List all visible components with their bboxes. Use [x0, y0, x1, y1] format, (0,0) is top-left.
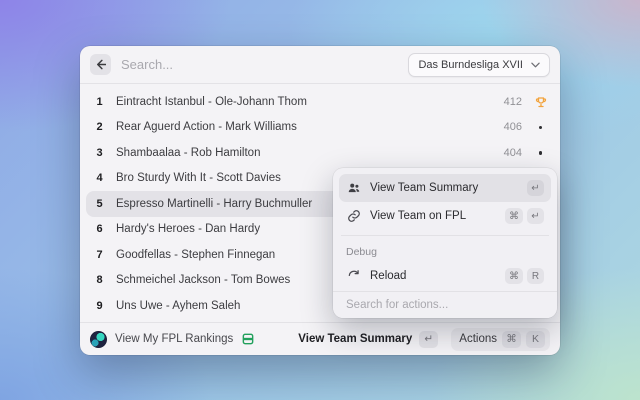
search-header: Search... Das Burndesliga XVII [80, 46, 560, 84]
enter-key-badge: ↵ [527, 180, 544, 196]
team-name: Rear Aguerd Action - Mark Williams [116, 121, 504, 133]
trophy-icon [535, 96, 547, 108]
points-value: 406 [504, 121, 522, 133]
status-bar: View My FPL Rankings View Team Summary ↵… [80, 322, 560, 355]
cmd-key-badge: ⌘ [505, 268, 523, 284]
points-value: 404 [504, 147, 522, 159]
actions-label: Actions [459, 333, 497, 345]
table-row[interactable]: 2 Rear Aguerd Action - Mark Williams 406 [86, 115, 554, 141]
rank-label: 9 [93, 300, 106, 312]
rank-label: 6 [93, 223, 106, 235]
enter-key-badge: ↵ [527, 208, 544, 224]
table-row[interactable]: 1 Eintracht Istanbul - Ole-Johann Thom 4… [86, 89, 554, 115]
table-row[interactable]: 3 Shambaalaa - Rob Hamilton 404 [86, 140, 554, 166]
rank-label: 7 [93, 249, 106, 261]
menu-divider [341, 235, 549, 236]
menu-section-debug: Debug [339, 241, 551, 262]
menu-item-label: View Team on FPL [370, 210, 496, 222]
actions-button[interactable]: Actions ⌘ K [451, 328, 550, 351]
chevron-down-icon [531, 62, 540, 68]
bullet-dot-icon [539, 151, 543, 155]
menu-item-label: View Team Summary [370, 182, 518, 194]
rank-label: 1 [93, 96, 106, 108]
link-icon [347, 209, 361, 223]
menu-item-label: Reload [370, 270, 496, 282]
team-name: Eintracht Istanbul - Ole-Johann Thom [116, 96, 504, 108]
r-key-badge: R [527, 268, 544, 284]
extension-label: View My FPL Rankings [115, 333, 233, 345]
bullet-dot-icon [539, 126, 543, 130]
team-name: Shambaalaa - Rob Hamilton [116, 147, 504, 159]
primary-action-label[interactable]: View Team Summary [298, 333, 412, 345]
back-button[interactable] [90, 54, 111, 75]
k-key-badge: K [526, 331, 545, 348]
action-menu: View Team Summary ↵ View Team on FPL ⌘ ↵… [333, 168, 557, 318]
cmd-key-badge: ⌘ [505, 208, 523, 224]
search-input[interactable]: Search... [121, 57, 408, 72]
league-dropdown[interactable]: Das Burndesliga XVII [408, 53, 550, 77]
menu-item-reload[interactable]: Reload ⌘ R [339, 262, 551, 290]
arrow-left-icon [95, 59, 106, 70]
fpl-app-icon [90, 331, 107, 348]
extension-chip[interactable]: View My FPL Rankings [90, 331, 298, 348]
team-icon [347, 181, 361, 195]
league-dropdown-value: Das Burndesliga XVII [418, 59, 523, 71]
rank-label: 5 [93, 198, 106, 210]
rank-label: 4 [93, 172, 106, 184]
menu-item-view-team-on-fpl[interactable]: View Team on FPL ⌘ ↵ [339, 202, 551, 230]
rank-label: 2 [93, 121, 106, 133]
actions-search-input[interactable]: Search for actions... [333, 291, 557, 318]
cmd-key-badge: ⌘ [502, 331, 521, 348]
menu-item-view-team-summary[interactable]: View Team Summary ↵ [339, 174, 551, 202]
reload-icon [347, 269, 361, 283]
rank-label: 3 [93, 147, 106, 159]
rank-label: 8 [93, 274, 106, 286]
launcher-window: Search... Das Burndesliga XVII 1 Eintrac… [80, 46, 560, 355]
points-value: 412 [504, 96, 522, 108]
rankings-list-icon [241, 332, 255, 346]
enter-key-badge: ↵ [419, 331, 438, 348]
